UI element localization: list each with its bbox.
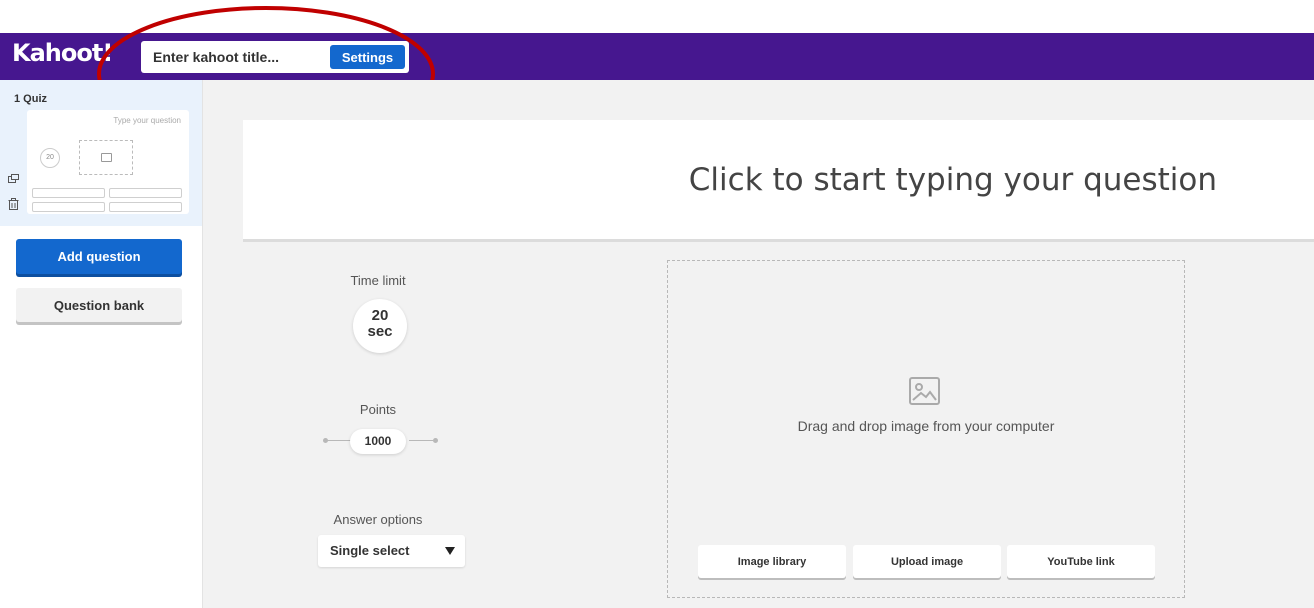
youtube-link-button[interactable]: YouTube link — [1007, 545, 1155, 578]
slider-dot-right — [433, 438, 438, 443]
media-dropzone[interactable]: Drag and drop image from your computer I… — [667, 260, 1185, 598]
media-drop-text: Drag and drop image from your computer — [797, 418, 1055, 434]
thumb-time: 20 — [40, 148, 60, 168]
thumb-answer — [32, 188, 105, 198]
image-icon — [101, 153, 112, 162]
sidebar: 1 Quiz Type your question 20 Add questio… — [0, 80, 203, 608]
trash-icon[interactable] — [8, 198, 19, 210]
time-limit-label: Time limit — [350, 273, 406, 288]
settings-button[interactable]: Settings — [330, 45, 405, 69]
points-value[interactable]: 1000 — [350, 429, 406, 454]
thumb-answer — [109, 202, 182, 212]
answer-options-label: Answer options — [333, 512, 423, 527]
thumb-question: Type your question — [113, 116, 181, 125]
upload-image-button[interactable]: Upload image — [853, 545, 1001, 578]
time-limit-unit: sec — [367, 323, 393, 340]
answer-options-select[interactable]: Single select — [318, 535, 465, 567]
slide-thumbnail[interactable]: Type your question 20 — [27, 110, 189, 214]
slider-track-right — [409, 440, 433, 441]
time-limit-selector[interactable]: 20 sec — [353, 299, 407, 353]
time-limit-value: 20 — [371, 307, 389, 324]
kahoot-editor: Kahoot! Settings 1 Quiz Type your questi — [0, 0, 1314, 608]
question-placeholder: Click to start typing your question — [688, 162, 1217, 198]
thumb-answer — [32, 202, 105, 212]
image-icon — [909, 377, 940, 405]
answer-options-value: Single select — [330, 543, 410, 558]
caret-down-icon — [445, 547, 455, 555]
top-bar: Kahoot! Settings — [0, 33, 1314, 80]
add-question-button[interactable]: Add question — [16, 239, 182, 274]
question-input[interactable]: Click to start typing your question — [243, 120, 1314, 242]
image-library-button[interactable]: Image library — [698, 545, 846, 578]
points-label: Points — [359, 402, 397, 417]
top-strip — [0, 0, 1314, 33]
thumb-image-placeholder — [79, 140, 133, 175]
question-bank-button[interactable]: Question bank — [16, 288, 182, 322]
slide-item-1[interactable]: 1 Quiz Type your question 20 — [0, 80, 202, 226]
editor-area: Click to start typing your question Time… — [203, 80, 1314, 608]
kahoot-title-input[interactable] — [153, 47, 323, 67]
title-box: Settings — [141, 41, 409, 73]
kahoot-logo[interactable]: Kahoot! — [12, 39, 113, 67]
duplicate-icon[interactable] — [8, 174, 19, 183]
slide-label: 1 Quiz — [14, 93, 48, 105]
slider-track-left — [327, 440, 351, 441]
thumb-answer — [109, 188, 182, 198]
